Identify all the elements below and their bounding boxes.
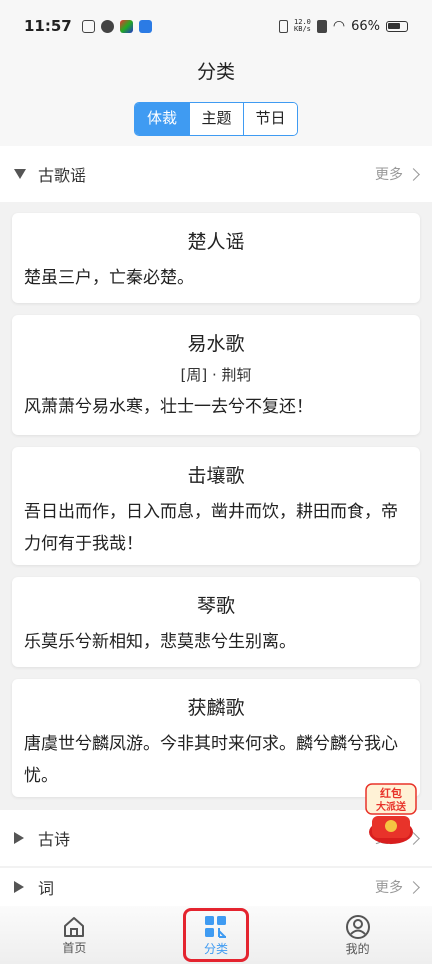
- segment-control: 体裁 主题 节日: [134, 102, 298, 136]
- poem-card[interactable]: 楚人谣 楚虽三户，亡秦必楚。: [12, 213, 420, 303]
- page-title: 分类: [0, 52, 432, 96]
- poem-title: 击壤歌: [187, 465, 245, 487]
- tab-genre[interactable]: 体裁: [135, 103, 189, 135]
- status-time: 11:57: [24, 17, 72, 35]
- poem-text: 吾日出而作，日入而息，凿井而饮，耕田而食，帝力何有于我哉！: [24, 502, 398, 554]
- poem-card[interactable]: 琴歌 乐莫乐兮新相知，悲莫悲兮生别离。: [12, 577, 420, 667]
- nav-label: 首页: [62, 940, 87, 955]
- tab-festival[interactable]: 节日: [243, 103, 297, 135]
- section-header-ci[interactable]: 词 更多: [0, 868, 432, 906]
- red-packet-line1: 红包: [380, 786, 402, 800]
- app-icon: [119, 19, 133, 33]
- poem-text: 风萧萧兮易水寒，壮士一去兮不复还！: [24, 397, 313, 417]
- app-icon: [100, 19, 114, 33]
- app-icon: [138, 19, 152, 33]
- status-right: 12.0 KB/s ◠ 66%: [279, 18, 408, 34]
- more-link[interactable]: 更多: [375, 877, 420, 897]
- poem-title: 琴歌: [196, 595, 235, 617]
- chevron-right-icon: [407, 880, 420, 894]
- poem-title: 获麟歌: [187, 697, 245, 719]
- poem-title: 楚人谣: [187, 231, 245, 253]
- red-packet-promo[interactable]: 红包 大派送: [362, 780, 420, 846]
- vibrate-icon: [279, 19, 289, 33]
- network-speed: 12.0 KB/s: [294, 18, 311, 33]
- more-link[interactable]: 更多: [375, 164, 420, 184]
- battery-icon: [386, 20, 408, 32]
- poem-card[interactable]: 易水歌 [周] · 荆轲 风萧萧兮易水寒，壮士一去兮不复还！: [12, 315, 420, 435]
- status-bar: 11:57 12.0 KB/s ◠ 66%: [0, 0, 432, 52]
- poem-text: 乐莫乐兮新相知，悲莫悲兮生别离。: [24, 632, 296, 652]
- home-icon: [64, 916, 85, 937]
- nav-label: 我的: [345, 941, 370, 956]
- section-header-ancient-songs[interactable]: 古歌谣 更多: [0, 146, 432, 202]
- nav-home[interactable]: 首页: [34, 915, 114, 956]
- segment-bar: 体裁 主题 节日: [0, 96, 432, 146]
- section-title: 古歌谣: [38, 166, 87, 185]
- poem-text: 楚虽三户，亡秦必楚。: [24, 268, 194, 288]
- poem-author: [周] · 荆轲: [180, 366, 252, 384]
- poem-card[interactable]: 获麟歌 唐虞世兮麟凤游。今非其时来何求。麟兮麟兮我心忧。: [12, 679, 420, 797]
- expand-triangle-icon: [14, 832, 24, 844]
- nav-label: 分类: [203, 941, 228, 956]
- section-title: 古诗: [38, 830, 71, 849]
- poem-text: 唐虞世兮麟凤游。今非其时来何求。麟兮麟兮我心忧。: [24, 734, 398, 786]
- bottom-nav: 首页 分类 我的: [0, 906, 432, 964]
- poem-card[interactable]: 击壤歌 吾日出而作，日入而息，凿井而饮，耕田而食，帝力何有于我哉！: [12, 447, 420, 565]
- profile-icon: [345, 914, 370, 939]
- expand-triangle-icon: [14, 881, 24, 893]
- wifi-icon: ◠: [332, 18, 346, 34]
- chevron-right-icon: [407, 167, 420, 181]
- collapse-triangle-icon: [14, 169, 26, 179]
- no-sim-icon: [316, 19, 327, 33]
- nav-category[interactable]: 分类: [182, 908, 249, 962]
- nav-profile[interactable]: 我的: [318, 914, 398, 957]
- section-title: 词: [38, 879, 55, 898]
- battery-percent: 66%: [351, 18, 380, 34]
- tab-theme[interactable]: 主题: [189, 103, 243, 135]
- poem-title: 易水歌: [187, 333, 245, 355]
- notification-icon: [81, 19, 95, 33]
- category-icon: [204, 915, 226, 938]
- red-packet-icon: 红包 大派送: [365, 783, 417, 844]
- red-packet-line2: 大派送: [376, 800, 407, 813]
